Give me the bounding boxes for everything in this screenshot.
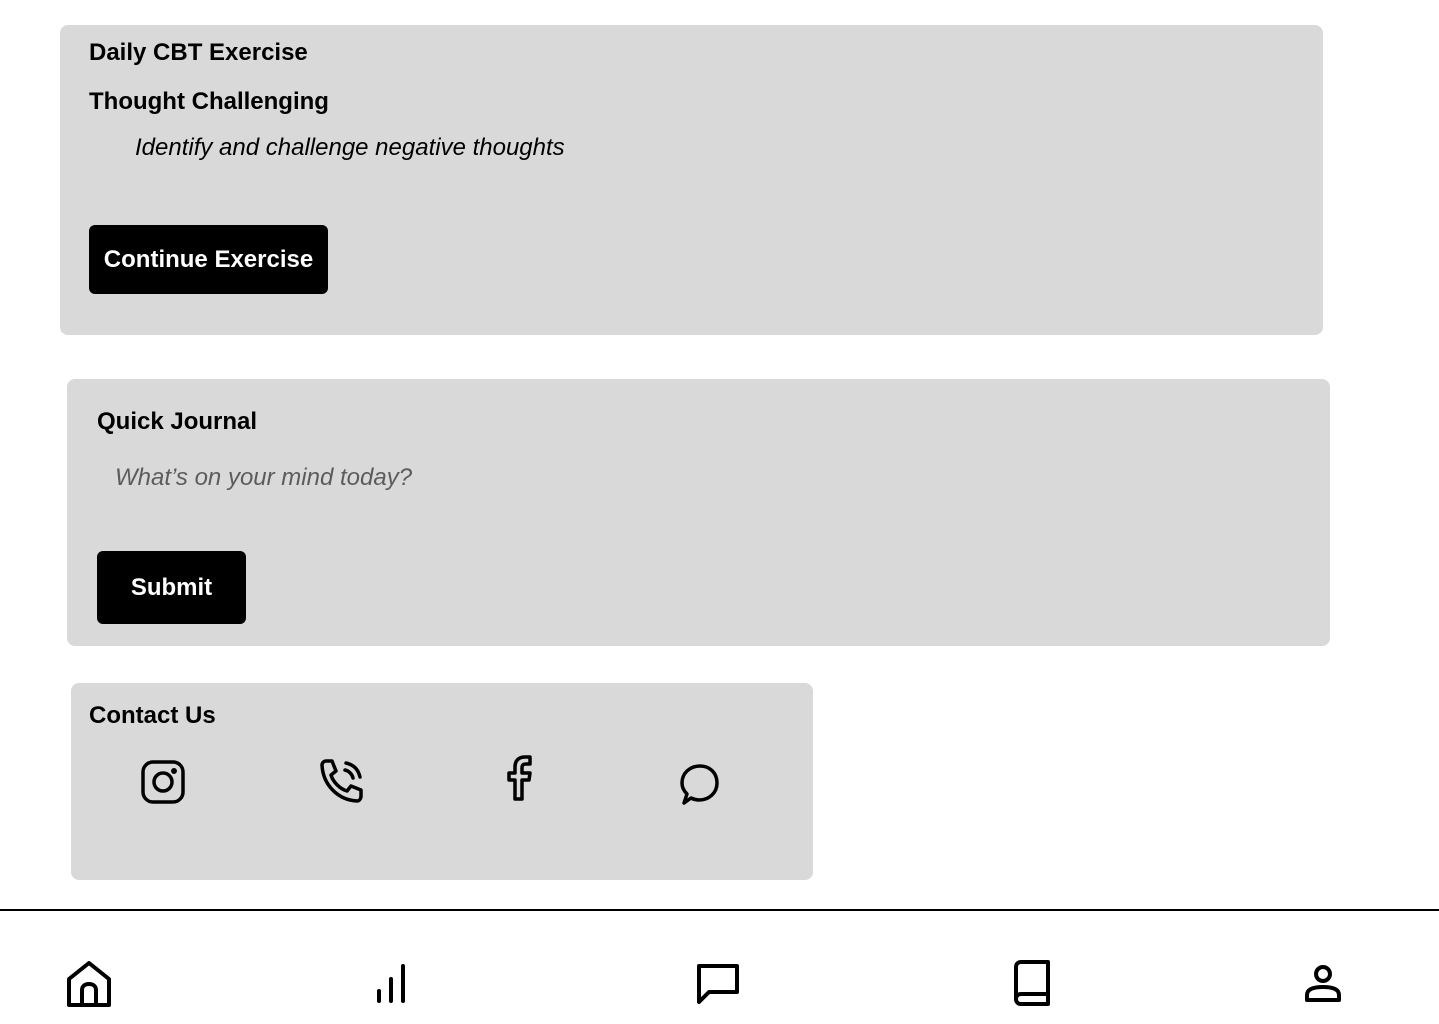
phone-icon[interactable] [316, 757, 366, 807]
cbt-exercise-card: Daily CBT Exercise Thought Challenging I… [60, 25, 1323, 335]
chat-icon[interactable] [674, 759, 724, 809]
nav-library[interactable] [1004, 955, 1060, 1011]
continue-exercise-button[interactable]: Continue Exercise [89, 225, 328, 294]
library-icon [1014, 960, 1050, 1006]
journal-input[interactable] [115, 461, 1015, 495]
exercise-description: Identify and challenge negative thoughts [135, 134, 565, 161]
contact-us-card: Contact Us [71, 683, 813, 880]
instagram-icon[interactable] [138, 757, 188, 807]
exercise-name: Thought Challenging [89, 88, 329, 115]
submit-button[interactable]: Submit [97, 551, 246, 624]
contact-card-title: Contact Us [89, 702, 216, 729]
journal-card-title: Quick Journal [97, 408, 258, 435]
profile-icon [1305, 965, 1341, 1002]
nav-stats[interactable] [363, 955, 419, 1011]
nav-messages[interactable] [690, 955, 746, 1011]
cbt-card-title: Daily CBT Exercise [89, 39, 308, 66]
stats-icon [377, 964, 405, 1003]
bottom-nav-divider [0, 909, 1439, 911]
home-icon [67, 961, 111, 1007]
nav-profile[interactable] [1295, 955, 1351, 1011]
quick-journal-card: Quick Journal Submit [67, 379, 1330, 646]
messages-icon [697, 964, 739, 1004]
page: Daily CBT Exercise Thought Challenging I… [0, 0, 1439, 1024]
nav-home[interactable] [61, 955, 117, 1011]
facebook-icon[interactable] [494, 753, 544, 803]
